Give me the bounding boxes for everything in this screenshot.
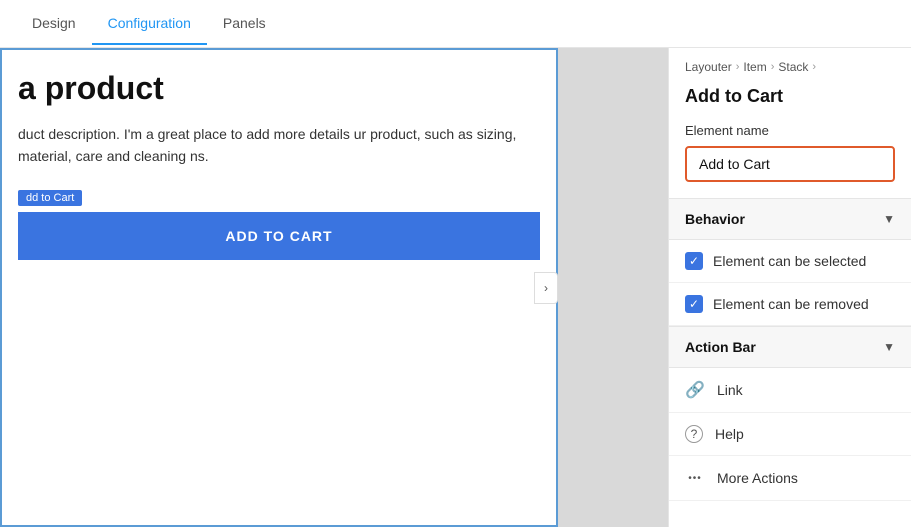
breadcrumb-sep-3: ›	[812, 61, 816, 73]
tab-panels[interactable]: Panels	[207, 3, 282, 45]
action-bar-section-title: Action Bar	[685, 339, 756, 355]
breadcrumb-layouter[interactable]: Layouter	[685, 60, 732, 74]
checkbox-removed-label: Element can be removed	[713, 296, 869, 312]
product-title: a product	[18, 70, 540, 107]
checkmark-icon: ✓	[689, 254, 699, 268]
action-bar-chevron-icon: ▼	[883, 340, 895, 354]
checkmark-icon-2: ✓	[689, 297, 699, 311]
action-more-label: More Actions	[717, 470, 798, 486]
action-bar-section-header[interactable]: Action Bar ▼	[669, 326, 911, 368]
breadcrumb-stack[interactable]: Stack	[778, 60, 808, 74]
behavior-section-title: Behavior	[685, 211, 745, 227]
element-name-input[interactable]	[685, 146, 895, 182]
checkbox-removed[interactable]: ✓	[685, 295, 703, 313]
checkbox-selected[interactable]: ✓	[685, 252, 703, 270]
action-help-label: Help	[715, 426, 744, 442]
behavior-section-header[interactable]: Behavior ▼	[669, 198, 911, 240]
breadcrumb-sep-2: ›	[771, 61, 775, 73]
preview-area: a product duct description. I'm a great …	[0, 48, 668, 527]
help-icon: ?	[685, 425, 703, 443]
element-name-section: Element name	[669, 123, 911, 198]
tab-design[interactable]: Design	[16, 3, 92, 45]
gray-sidebar-area	[558, 48, 668, 527]
action-link-row[interactable]: 🔗 Link	[669, 368, 911, 413]
top-navigation: Design Configuration Panels	[0, 0, 911, 48]
right-panel: Layouter › Item › Stack › Add to Cart El…	[668, 48, 911, 527]
add-to-cart-button[interactable]: ADD TO CART	[18, 212, 540, 260]
preview-canvas: a product duct description. I'm a great …	[0, 48, 558, 527]
link-icon: 🔗	[685, 380, 705, 400]
element-name-label: Element name	[685, 123, 895, 138]
collapse-button[interactable]: ›	[534, 272, 558, 304]
add-to-cart-tooltip: dd to Cart	[18, 190, 82, 206]
more-actions-icon: •••	[685, 468, 705, 488]
action-link-label: Link	[717, 382, 743, 398]
product-description: duct description. I'm a great place to a…	[18, 123, 540, 168]
tab-configuration[interactable]: Configuration	[92, 3, 207, 45]
main-area: a product duct description. I'm a great …	[0, 48, 911, 527]
panel-title: Add to Cart	[669, 82, 911, 123]
checkbox-removed-row[interactable]: ✓ Element can be removed	[669, 283, 911, 326]
action-help-row[interactable]: ? Help	[669, 413, 911, 456]
checkbox-selected-label: Element can be selected	[713, 253, 866, 269]
breadcrumb: Layouter › Item › Stack ›	[669, 48, 911, 82]
breadcrumb-sep-1: ›	[736, 61, 740, 73]
checkbox-selected-row[interactable]: ✓ Element can be selected	[669, 240, 911, 283]
action-more-row[interactable]: ••• More Actions	[669, 456, 911, 501]
behavior-chevron-icon: ▼	[883, 212, 895, 226]
breadcrumb-item[interactable]: Item	[743, 60, 766, 74]
product-content: a product duct description. I'm a great …	[2, 50, 556, 280]
